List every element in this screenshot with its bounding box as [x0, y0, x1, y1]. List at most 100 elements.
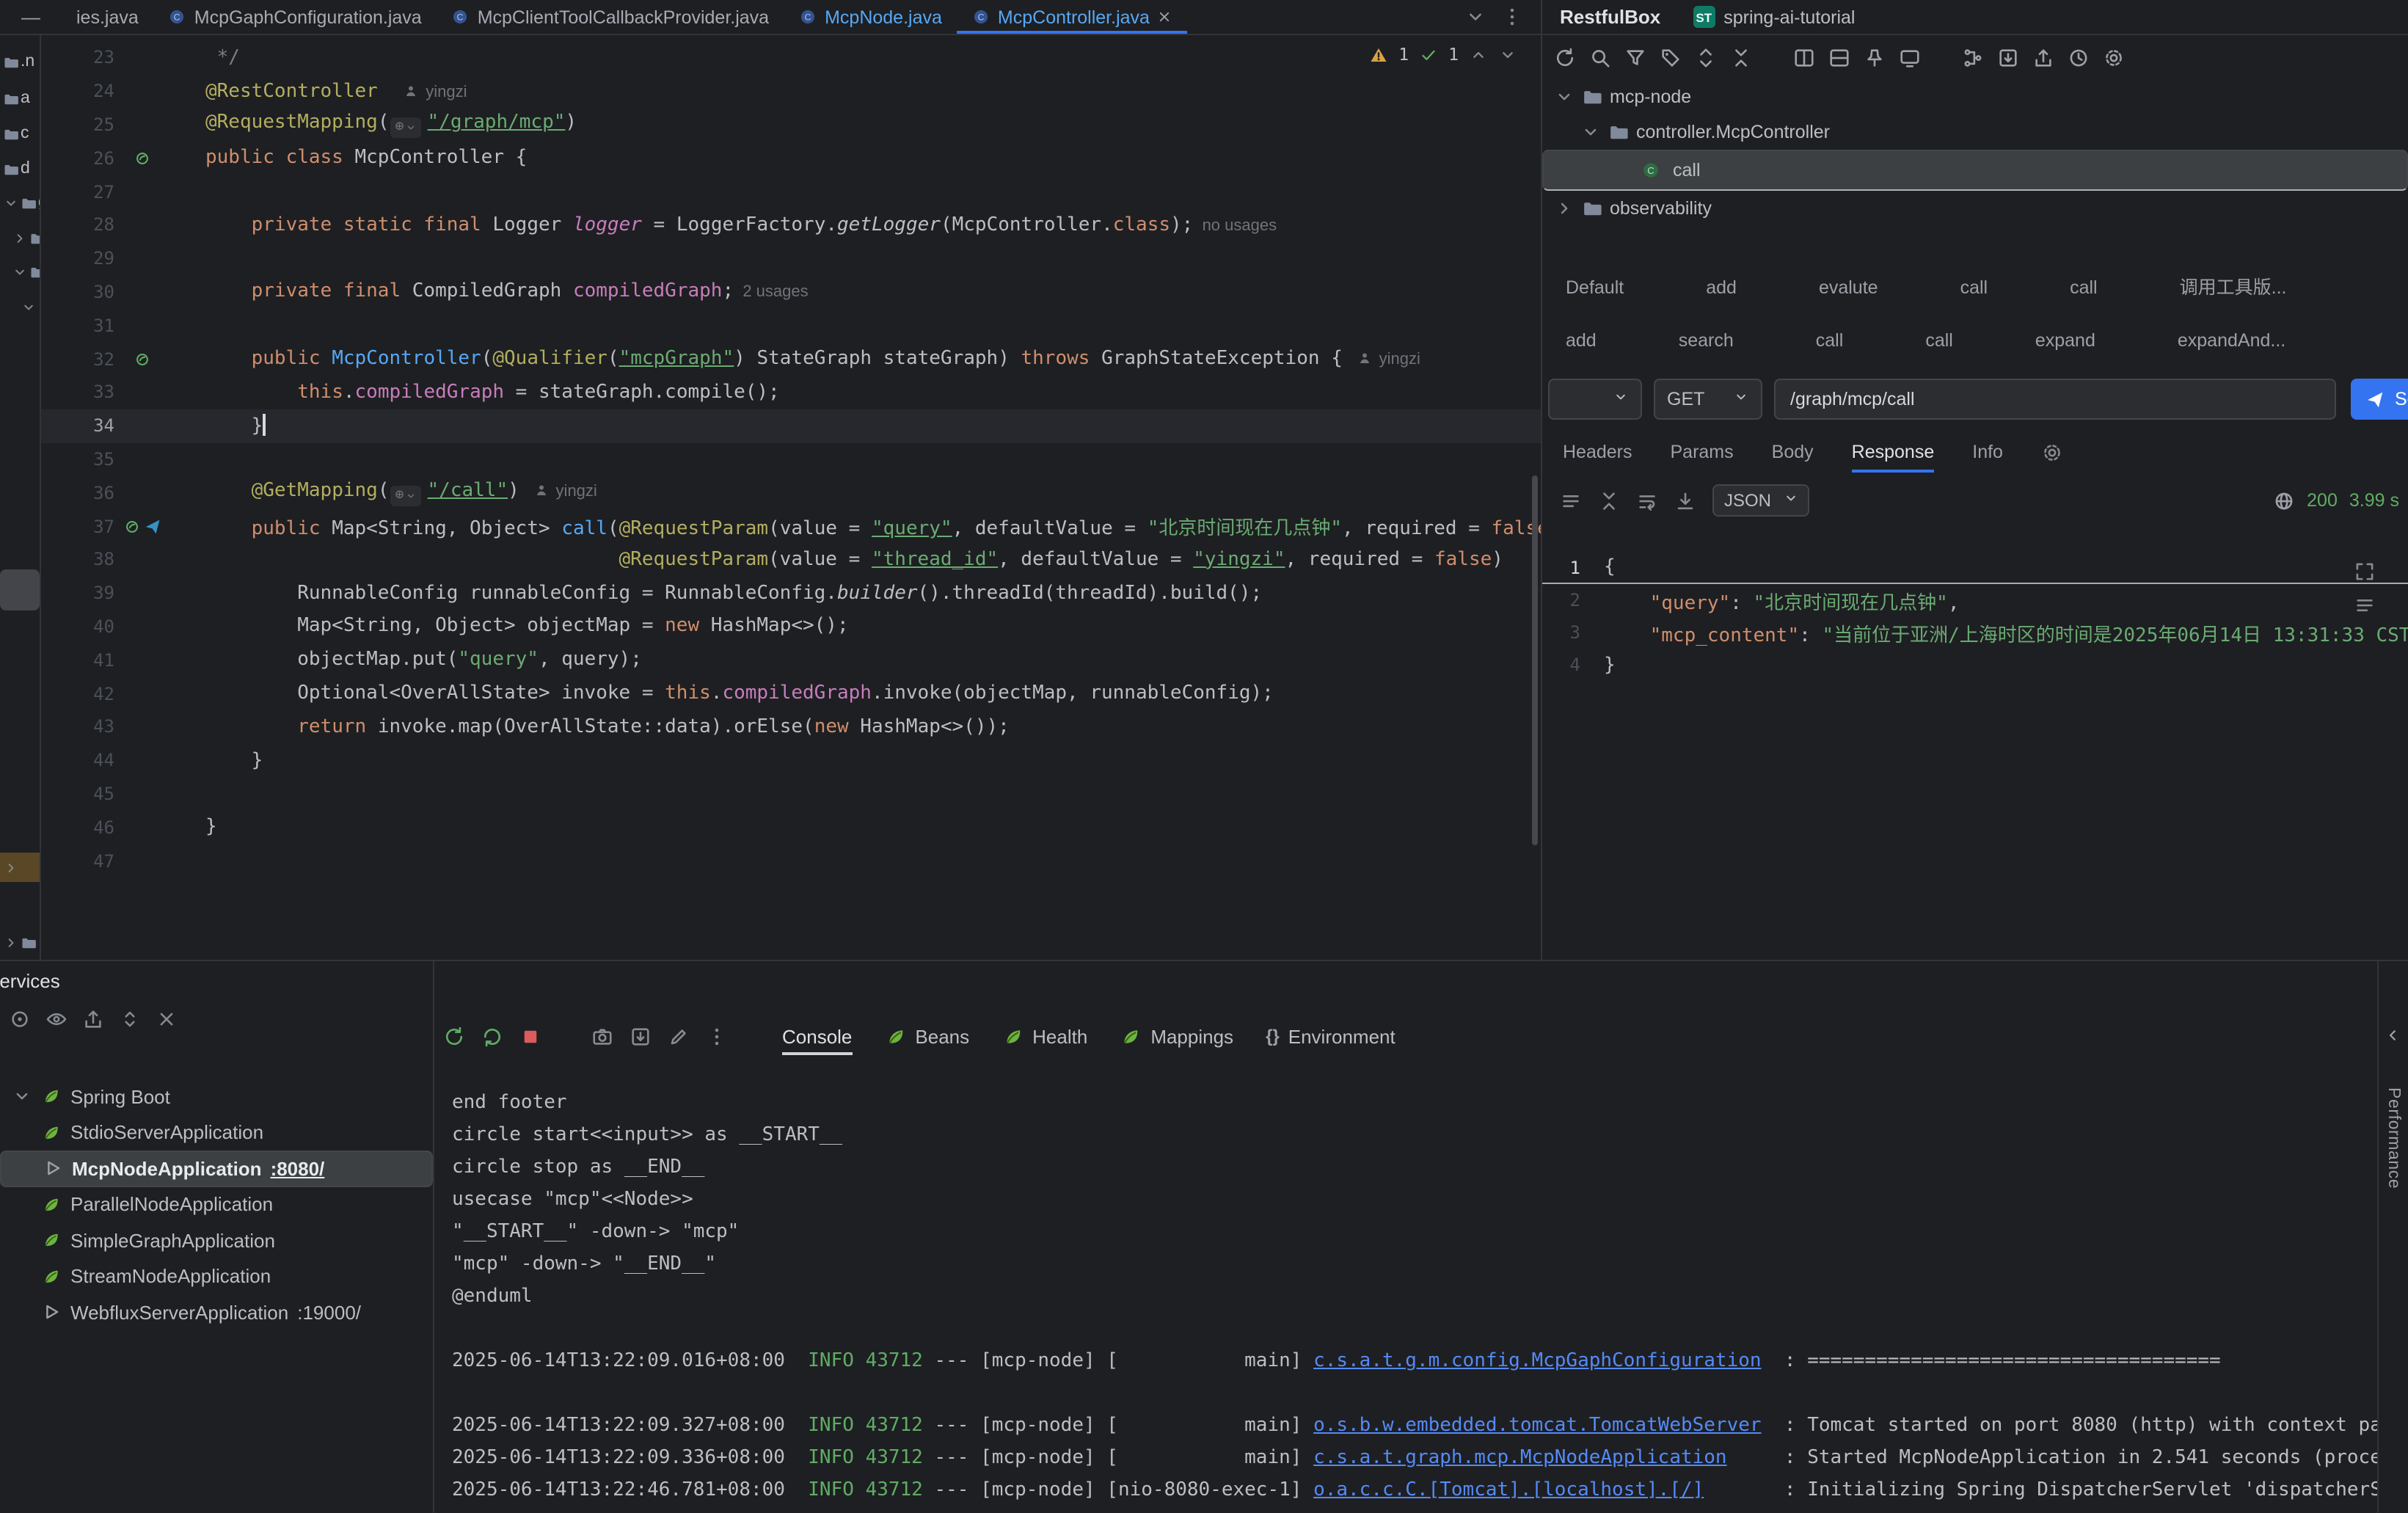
request-tab[interactable]: Default [1566, 276, 1624, 299]
api-tree-row[interactable]: mcp-node [1542, 79, 2408, 114]
export-icon[interactable] [82, 1008, 104, 1030]
collapse-all-icon[interactable] [1730, 46, 1752, 68]
console-tab-console[interactable]: Console [782, 1017, 852, 1055]
project-tree-strip[interactable]: .nacdg [0, 35, 41, 960]
editor-scrollbar[interactable] [1532, 475, 1538, 845]
console-output[interactable]: end footercircle start<<input>> as __STA… [452, 1067, 2377, 1513]
gear-icon[interactable] [2103, 46, 2125, 68]
rows-icon[interactable] [1828, 46, 1850, 68]
tag-icon[interactable] [1660, 46, 1682, 68]
wrap-icon[interactable] [1636, 489, 1658, 511]
request-tab[interactable]: evalute [1819, 276, 1878, 299]
restfulbox-project-tab[interactable]: ST spring-ai-tutorial [1693, 0, 1855, 34]
list-icon[interactable] [2354, 594, 2376, 616]
editor-tab[interactable]: ies.java [62, 0, 153, 34]
chev-down-icon[interactable] [12, 263, 28, 280]
console-tab-health[interactable]: Health [1001, 1017, 1087, 1055]
close-icon[interactable] [1157, 9, 1173, 25]
api-tree-row[interactable]: Ccall [1542, 150, 2408, 191]
service-row[interactable]: WebfluxServerApplication :19000/ [0, 1294, 433, 1330]
list-icon[interactable] [1560, 489, 1582, 511]
warn-icon[interactable] [1369, 45, 1388, 64]
subtab-headers[interactable]: Headers [1563, 429, 1632, 475]
editor-tab[interactable]: CMcpController.java [957, 0, 1188, 34]
send-icon[interactable] [144, 517, 161, 535]
download-icon[interactable] [1674, 489, 1696, 511]
collapse-stripe-icon[interactable] [2383, 1026, 2402, 1049]
chev-down-icon[interactable] [1464, 6, 1486, 28]
subtab-info[interactable]: Info [1972, 429, 2003, 475]
api-tree-row[interactable]: observability [1542, 191, 2408, 226]
updown-icon[interactable] [119, 1008, 141, 1030]
service-row[interactable]: StreamNodeApplication [0, 1258, 433, 1294]
gear-icon[interactable] [2041, 441, 2063, 463]
clock-icon[interactable] [2068, 46, 2090, 68]
request-tab[interactable]: search [1679, 329, 1734, 352]
chev-down-icon[interactable] [1498, 45, 1517, 64]
window-minimize-icon[interactable]: — [0, 0, 62, 34]
chev-down-icon[interactable] [1554, 87, 1575, 107]
environment-select[interactable] [1548, 379, 1642, 420]
chev-down-icon[interactable] [21, 299, 37, 315]
import-icon[interactable] [630, 1025, 652, 1047]
request-tab[interactable]: call [1925, 329, 1953, 352]
console-tab-environment[interactable]: {}Environment [1266, 1017, 1395, 1055]
request-tab[interactable]: 调用工具版... [2180, 276, 2287, 299]
request-tab[interactable]: add [1566, 329, 1597, 352]
method-select[interactable]: GET [1654, 379, 1762, 420]
service-row[interactable]: StdioServerApplication [0, 1115, 433, 1151]
bean-icon[interactable] [134, 150, 151, 167]
chev-up-icon[interactable] [1469, 45, 1488, 64]
chev-right-icon[interactable] [1554, 198, 1575, 219]
subtab-body[interactable]: Body [1772, 429, 1814, 475]
request-tab[interactable]: call [1960, 276, 1988, 299]
bean-icon[interactable] [134, 350, 151, 368]
tree-icon[interactable] [1962, 46, 1984, 68]
kebab-icon[interactable] [706, 1025, 728, 1047]
camera-icon[interactable] [591, 1025, 613, 1047]
format-select[interactable]: JSON [1712, 484, 1809, 517]
project-tree-row[interactable] [0, 927, 40, 957]
expand-corners-icon[interactable] [2354, 561, 2376, 583]
url-input[interactable]: /graph/mcp/call [1774, 379, 2336, 420]
project-tree-row[interactable] [0, 257, 40, 286]
console-tab-beans[interactable]: Beans [884, 1017, 969, 1055]
request-tab[interactable]: add [1706, 276, 1737, 299]
project-tree-row[interactable]: c [0, 119, 40, 148]
kebab-icon[interactable] [1501, 6, 1523, 28]
url-mapping-inlay[interactable]: ⊕ [390, 117, 421, 137]
chev-right-icon[interactable] [3, 859, 19, 875]
service-row[interactable]: ParallelNodeApplication [0, 1186, 433, 1222]
service-row[interactable]: Spring Boot [0, 1079, 433, 1115]
pencil-icon[interactable] [668, 1025, 690, 1047]
search-icon[interactable] [1589, 46, 1611, 68]
rerun-icon[interactable] [443, 1025, 465, 1047]
expand-all-icon[interactable] [1695, 46, 1717, 68]
console-tab-mappings[interactable]: Mappings [1120, 1017, 1233, 1055]
project-tree-row[interactable] [0, 223, 40, 252]
project-tree-row[interactable]: d [0, 154, 40, 183]
check-icon[interactable] [1419, 45, 1438, 64]
project-tree-row[interactable]: a [0, 84, 40, 113]
editor-tab[interactable]: CMcpClientToolCallbackProvider.java [437, 0, 784, 34]
project-tree-row[interactable] [0, 569, 40, 610]
filter-icon[interactable] [1624, 46, 1646, 68]
subtab-params[interactable]: Params [1671, 429, 1734, 475]
request-tab[interactable]: call [1816, 329, 1844, 352]
editor-tab[interactable]: CMcpGaphConfiguration.java [153, 0, 437, 34]
chev-down-icon[interactable] [1580, 122, 1601, 142]
chev-right-icon[interactable] [3, 934, 19, 950]
bean-icon[interactable] [123, 517, 141, 535]
project-tree-row[interactable] [0, 292, 40, 321]
chev-right-icon[interactable] [12, 230, 28, 246]
editor-tab[interactable]: CMcpNode.java [784, 0, 957, 34]
sync-icon[interactable] [1554, 46, 1576, 68]
project-tree-row[interactable]: .n [0, 47, 40, 76]
chev-down-icon[interactable] [3, 194, 19, 211]
target-icon[interactable] [9, 1008, 31, 1030]
api-tree-row[interactable]: controller.McpController [1542, 114, 2408, 150]
monitor-icon[interactable] [1899, 46, 1921, 68]
close-icon[interactable] [156, 1008, 178, 1030]
split-icon[interactable] [1793, 46, 1815, 68]
update-icon[interactable] [481, 1025, 503, 1047]
